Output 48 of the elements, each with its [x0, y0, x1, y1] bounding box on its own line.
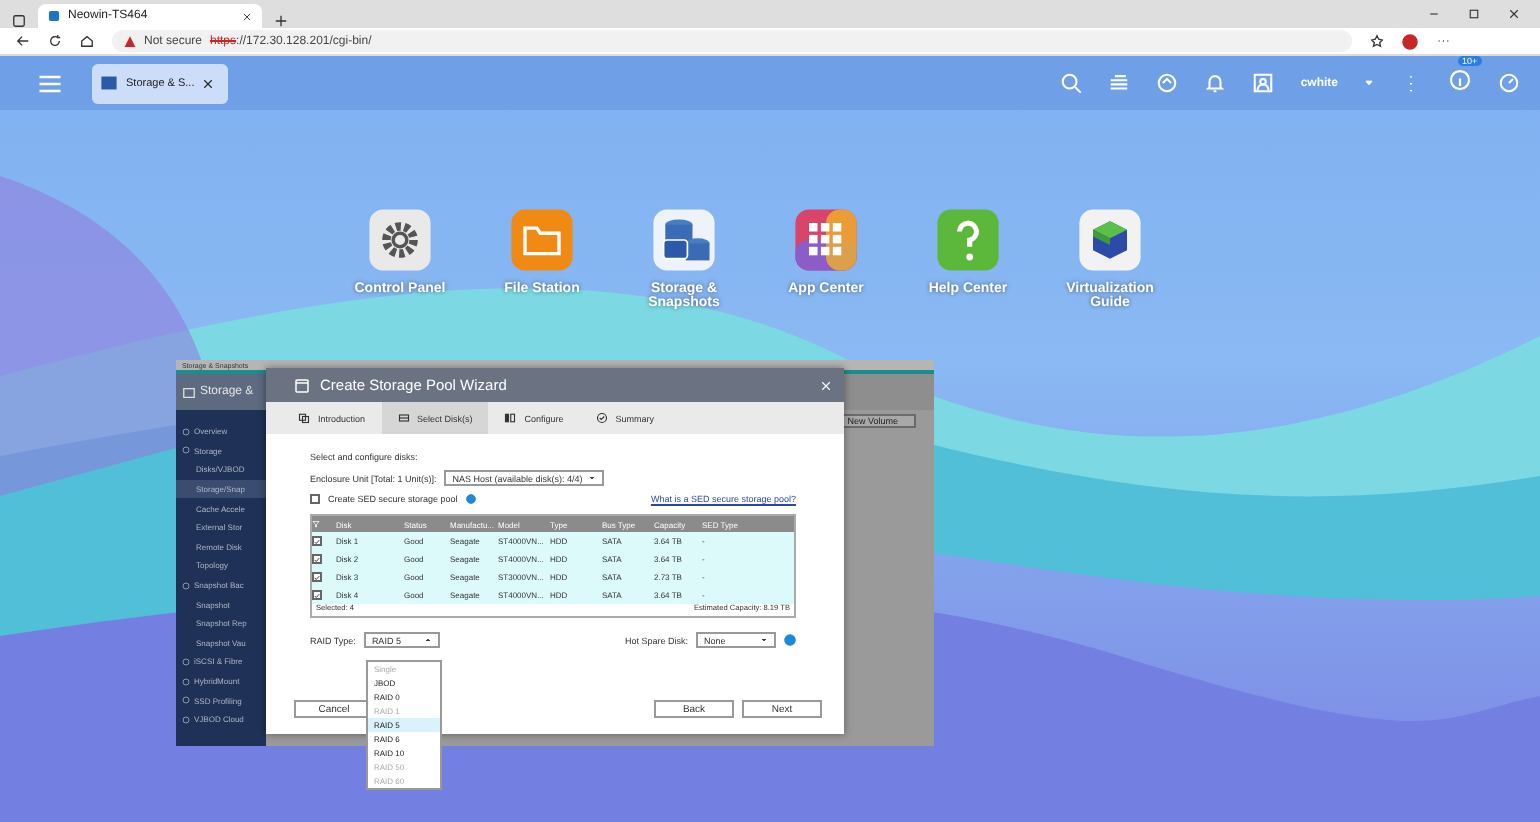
window-icon — [294, 377, 310, 393]
row-checkbox[interactable] — [312, 536, 322, 546]
row-checkbox[interactable] — [312, 572, 322, 582]
maximize-icon[interactable] — [1468, 8, 1480, 20]
row-checkbox[interactable] — [312, 590, 322, 600]
tab-actions-icon[interactable] — [12, 14, 26, 28]
app-icon[interactable] — [792, 206, 860, 274]
stack-icon[interactable] — [1108, 72, 1131, 94]
back-icon[interactable] — [16, 34, 30, 48]
extension-icon[interactable] — [1402, 33, 1418, 49]
new-tab-icon[interactable] — [274, 14, 288, 28]
search-icon[interactable] — [1060, 72, 1083, 94]
storage-icon — [182, 385, 196, 399]
app-icon[interactable] — [650, 206, 718, 274]
step-icon — [397, 412, 410, 424]
user-icon[interactable] — [1252, 72, 1275, 94]
section-icon — [182, 715, 190, 724]
home-icon[interactable] — [80, 34, 94, 48]
info-icon[interactable] — [1448, 67, 1472, 91]
close-icon[interactable] — [202, 77, 215, 89]
step-icon — [504, 412, 517, 424]
section-icon — [182, 427, 190, 436]
app-icon[interactable] — [366, 206, 434, 274]
info-icon — [465, 494, 476, 504]
info-icon — [784, 634, 796, 646]
step-icon — [595, 412, 608, 424]
caret-icon[interactable] — [1364, 78, 1374, 88]
storage-icon — [100, 74, 118, 92]
sync-icon[interactable] — [1156, 72, 1179, 94]
reload-icon[interactable] — [48, 34, 62, 48]
close-icon[interactable] — [242, 11, 252, 21]
section-icon — [182, 446, 190, 455]
section-icon — [182, 677, 190, 686]
bell-icon[interactable] — [1204, 72, 1227, 94]
section-icon — [182, 581, 190, 590]
row-checkbox[interactable] — [312, 554, 322, 564]
section-icon — [182, 657, 190, 666]
favorite-icon[interactable] — [1370, 34, 1384, 48]
warning-icon — [124, 35, 136, 47]
minimize-icon[interactable] — [1428, 8, 1440, 20]
step-icon — [298, 412, 310, 424]
section-icon — [182, 696, 190, 705]
checkbox[interactable] — [310, 494, 320, 504]
filter-icon — [312, 520, 320, 528]
close-icon[interactable] — [1508, 8, 1520, 20]
app-icon[interactable] — [1076, 206, 1144, 274]
gauge-icon[interactable] — [1498, 72, 1520, 94]
site-icon — [48, 10, 60, 22]
